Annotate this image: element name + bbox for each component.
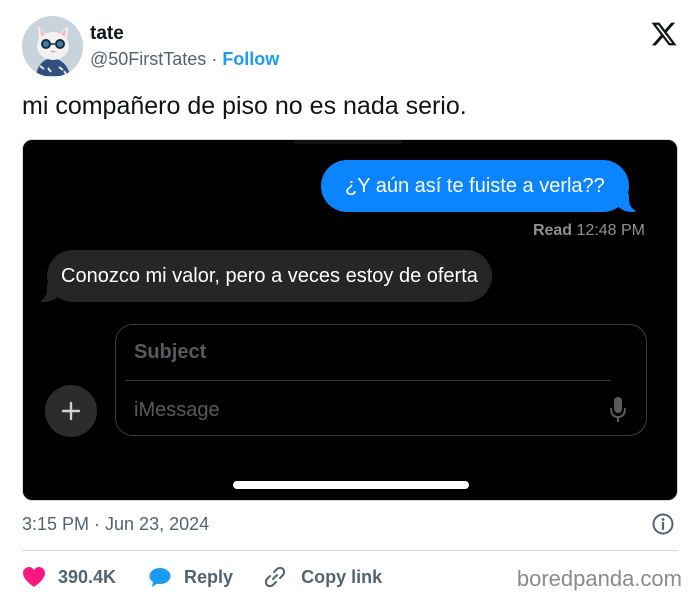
received-message-text: Conozco mi valor, pero a veces estoy de … (61, 265, 478, 287)
add-attachment-button (45, 385, 97, 437)
author-name[interactable]: tate (90, 23, 124, 45)
tweet-header: tate @50FirstTates · Follow (22, 14, 682, 80)
like-button[interactable]: 390.4K (22, 566, 116, 588)
divider (22, 550, 678, 551)
sent-message-text: ¿Y aún así te fuiste a verla?? (345, 175, 605, 197)
copy-link-label: Copy link (301, 566, 383, 587)
cropped-status-text (293, 140, 403, 144)
microphone-icon (610, 397, 626, 422)
cat-avatar-icon (22, 16, 83, 77)
message-screenshot[interactable]: ¿Y aún así te fuiste a verla?? Read 12:4… (22, 139, 678, 501)
like-count: 390.4K (58, 566, 117, 587)
composer-divider (126, 380, 610, 381)
tweet-timestamp[interactable]: 3:15 PM · Jun 23, 2024 (22, 514, 209, 535)
read-receipt: Read 12:48 PM (533, 222, 645, 240)
reply-bubble-icon (149, 568, 171, 587)
message-composer: Subject iMessage (115, 324, 647, 436)
reply-label: Reply (184, 566, 234, 587)
x-logo-icon[interactable] (650, 20, 678, 48)
sent-message-bubble: ¿Y aún así te fuiste a verla?? (321, 160, 643, 212)
read-label: Read (532, 222, 573, 239)
separator-dot: · (211, 49, 218, 69)
avatar[interactable] (22, 16, 83, 77)
received-message-bubble: Conozco mi valor, pero a veces estoy de … (33, 250, 492, 302)
read-time: 12:48 PM (576, 222, 645, 239)
info-icon[interactable] (651, 512, 675, 536)
follow-button[interactable]: Follow (222, 49, 279, 69)
copy-link-button[interactable]: Copy link (263, 565, 382, 589)
author-handle[interactable]: @50FirstTates (90, 49, 206, 69)
heart-icon (23, 567, 45, 587)
link-icon (265, 566, 286, 588)
watermark: boredpanda.com (516, 566, 682, 591)
plus-icon (61, 401, 81, 421)
tweet-text: mi compañero de piso no es nada serio. (22, 92, 467, 120)
home-indicator (233, 481, 469, 489)
author-handle-row: @50FirstTates · Follow (90, 49, 279, 70)
subject-placeholder: Subject (134, 341, 207, 363)
imessage-placeholder: iMessage (134, 399, 220, 421)
reply-button[interactable]: Reply (148, 566, 233, 588)
action-bar: 390.4K Reply Copy link (22, 563, 382, 591)
